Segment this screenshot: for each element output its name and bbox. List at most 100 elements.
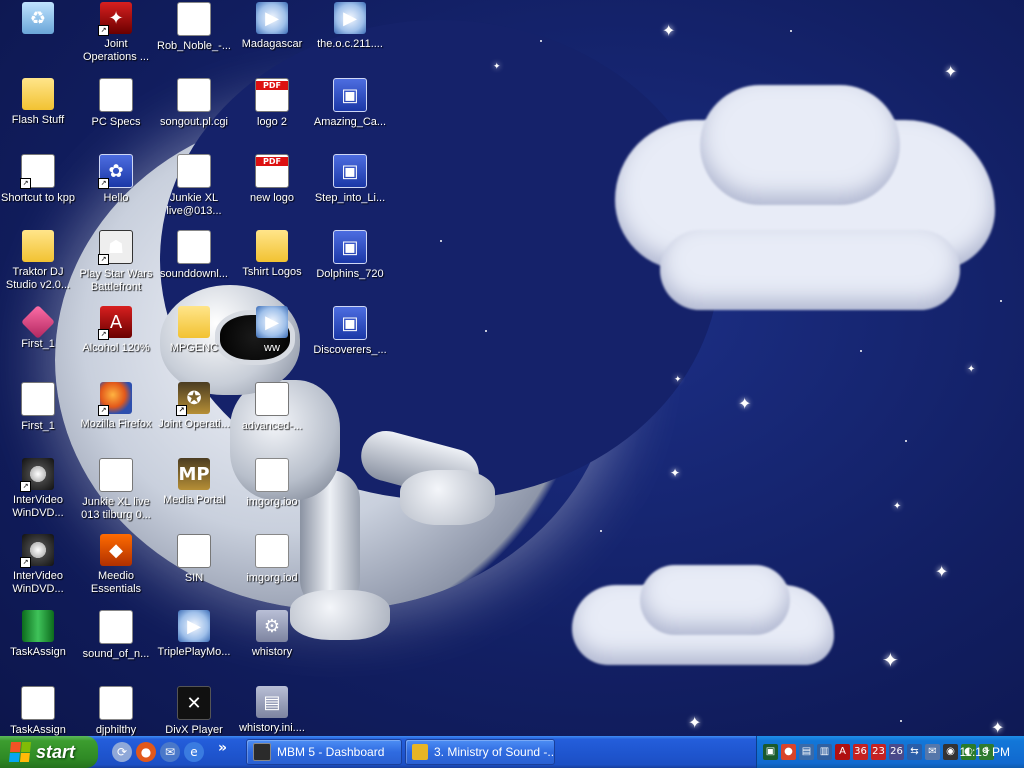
- clock[interactable]: 11:19 PM: [960, 745, 1010, 759]
- imgorg-ioo-shortcut[interactable]: ▦ imgorg.ioo: [234, 456, 310, 528]
- tray-temp-23-icon[interactable]: 23: [871, 744, 886, 760]
- icon-label: First_1: [21, 420, 55, 432]
- step-into-li-shortcut[interactable]: ▣ Step_into_Li...: [312, 152, 388, 224]
- tray-temp-36-icon[interactable]: 36: [853, 744, 868, 760]
- first-1-doc-shortcut[interactable]: ▤ First_1: [0, 380, 76, 452]
- whistory-icon: ⚙: [256, 610, 288, 642]
- taskassign-icon: [22, 610, 54, 642]
- joint-operations-icon: ✦ ↗: [98, 2, 132, 36]
- icon-label: imgorg.iod: [246, 572, 298, 584]
- djphilthy-shortcut[interactable]: ⚡ djphilthy: [78, 684, 154, 736]
- start-button[interactable]: start: [0, 736, 98, 768]
- flash-stuff-folder-icon: [22, 78, 54, 110]
- pc-specs-shortcut[interactable]: ≡ PC Specs: [78, 76, 154, 148]
- tripleplaymo-shortcut[interactable]: ▶ TriplePlayMo...: [156, 608, 232, 680]
- mpgenc-folder-shortcut[interactable]: MPGENC: [156, 304, 232, 376]
- logo-2-pdf-shortcut[interactable]: logo 2: [234, 76, 310, 148]
- imgorg-ioo-icon: ▦: [255, 458, 289, 492]
- ww-media-shortcut[interactable]: ▶ ww: [234, 304, 310, 376]
- icon-label: imgorg.ioo: [246, 496, 298, 508]
- tray-network-icon[interactable]: ⇆: [907, 744, 922, 760]
- first-1-app-shortcut[interactable]: First_1: [0, 304, 76, 376]
- wallpaper-star-dot: [790, 30, 792, 32]
- icon-label: Joint Operations ...: [82, 38, 150, 63]
- rob-noble-shortcut[interactable]: ⚡ Rob_Noble_-...: [156, 0, 232, 72]
- shortcut-kpp-shortcut[interactable]: ▭ ↗ Shortcut to kpp: [0, 152, 76, 224]
- imgorg-iod-shortcut[interactable]: ▦ imgorg.iod: [234, 532, 310, 604]
- system-tray: ▣ ● ▤ ▥ A 36 23 26 ⇆ ✉ ◉ ◐ ⚘ 11:19 PM: [756, 736, 1024, 768]
- tray-app-4-icon[interactable]: ▥: [817, 744, 832, 760]
- joint-operations-shortcut[interactable]: ✦ ↗ Joint Operations ...: [78, 0, 154, 72]
- intervideo-windvd-2-shortcut[interactable]: ↗ InterVideo WinDVD...: [0, 532, 76, 604]
- wallpaper-star: ✦: [674, 375, 682, 385]
- tray-alcohol-icon[interactable]: A: [835, 744, 850, 760]
- wallpaper-cloud: [640, 565, 790, 635]
- sound-of-n-shortcut[interactable]: ⚡ sound_of_n...: [78, 608, 154, 680]
- mbm-chip-icon: [253, 743, 271, 761]
- media-portal-shortcut[interactable]: MP Media Portal: [156, 456, 232, 528]
- firefox-quicklaunch-icon[interactable]: ●: [136, 742, 156, 762]
- meedio-essentials-shortcut[interactable]: ◆ Meedio Essentials: [78, 532, 154, 604]
- divx-player-shortcut[interactable]: ✕ DivX Player: [156, 684, 232, 736]
- task-mbm5-dashboard[interactable]: MBM 5 - Dashboard: [246, 739, 402, 765]
- ww-media-icon: ▶: [256, 306, 288, 338]
- alcohol-120-shortcut[interactable]: A ↗ Alcohol 120%: [78, 304, 154, 376]
- whistory-shortcut[interactable]: ⚙ whistory: [234, 608, 310, 680]
- star-wars-battlefront-shortcut[interactable]: ☗ ↗ Play Star Wars Battlefront: [78, 228, 154, 300]
- star-wars-battlefront-icon: ☗ ↗: [98, 230, 133, 265]
- tray-security-icon[interactable]: ◉: [943, 744, 958, 760]
- dolphins-720-icon: ▣: [333, 230, 367, 264]
- discoverers-icon: ▣: [333, 306, 367, 340]
- icon-label: new logo: [249, 192, 295, 204]
- hello-shortcut[interactable]: ✿ ↗ Hello: [78, 152, 154, 224]
- wallpaper-cloud: [700, 85, 900, 205]
- flash-stuff-folder-shortcut[interactable]: Flash Stuff: [0, 76, 76, 148]
- discoverers-shortcut[interactable]: ▣ Discoverers_...: [312, 304, 388, 376]
- new-logo-pdf-shortcut[interactable]: new logo: [234, 152, 310, 224]
- show-desktop-icon[interactable]: ⟳: [112, 742, 132, 762]
- junkie-xl-tilburg-icon: ◖: [99, 458, 133, 492]
- taskassign-shortcut[interactable]: TaskAssign: [0, 608, 76, 680]
- taskassign-2-shortcut[interactable]: ✎ TaskAssign: [0, 684, 76, 736]
- the-oc-shortcut[interactable]: ▶ the.o.c.211....: [312, 0, 388, 72]
- wallpaper-cloud: [660, 230, 960, 310]
- tray-mail-icon[interactable]: ✉: [925, 744, 940, 760]
- firefox-shortcut[interactable]: ↗ Mozilla Firefox: [78, 380, 154, 452]
- tray-temp-26-icon[interactable]: 26: [889, 744, 904, 760]
- sounddownl-wav-shortcut[interactable]: ♫ sounddownl...: [156, 228, 232, 300]
- sin-doc-shortcut[interactable]: ≡ SIN: [156, 532, 232, 604]
- icon-label: Mozilla Firefox: [80, 418, 152, 430]
- songout-shortcut[interactable]: ⚡ songout.pl.cgi: [156, 76, 232, 148]
- madagascar-shortcut[interactable]: ▶ Madagascar: [234, 0, 310, 72]
- sin-doc-icon: ≡: [177, 534, 211, 568]
- icon-label: Alcohol 120%: [82, 342, 150, 354]
- icon-label: Play Star Wars Battlefront: [79, 268, 153, 293]
- joint-operations-2-shortcut[interactable]: ✪ ↗ Joint Operati...: [156, 380, 232, 452]
- junkie-xl-live-shortcut[interactable]: ⚡ Junkie XL live@013...: [156, 152, 232, 224]
- traktor-folder-shortcut[interactable]: Traktor DJ Studio v2.0...: [0, 228, 76, 300]
- tshirt-logos-folder-shortcut[interactable]: Tshirt Logos: [234, 228, 310, 300]
- dolphins-720-shortcut[interactable]: ▣ Dolphins_720: [312, 228, 388, 300]
- junkie-xl-tilburg-shortcut[interactable]: ◖ Junkie XL live 013 tilburg 0...: [78, 456, 154, 528]
- quick-launch-chevron-icon[interactable]: »: [218, 740, 227, 756]
- icon-label: Flash Stuff: [11, 114, 65, 126]
- intervideo-windvd-shortcut[interactable]: ↗ InterVideo WinDVD...: [0, 456, 76, 528]
- advanced-doc-icon: ▤: [255, 382, 289, 416]
- wallpaper-star: ✦: [991, 718, 1005, 736]
- whistory-ini-shortcut[interactable]: ▤ whistory.ini....: [234, 684, 310, 736]
- ie-quicklaunch-icon[interactable]: e: [184, 742, 204, 762]
- outlook-quicklaunch-icon[interactable]: ✉: [160, 742, 180, 762]
- advanced-doc-shortcut[interactable]: ▤ advanced-...: [234, 380, 310, 452]
- wallpaper-star: ✦: [662, 21, 676, 40]
- icon-label: Rob_Noble_-...: [157, 40, 231, 52]
- amazing-ca-shortcut[interactable]: ▣ Amazing_Ca...: [312, 76, 388, 148]
- tray-chrome-icon[interactable]: ●: [781, 744, 796, 760]
- wallpaper-star: ✦: [688, 713, 702, 732]
- sounddownl-wav-icon: ♫: [177, 230, 211, 264]
- desktop[interactable]: ✦ ✦ ✦ ✦ ✦ ✦ ✦ ✦ ✦ ✦ ✦ ✦ ♻ ✦ ↗ Joint Operati…: [0, 0, 1024, 736]
- pc-specs-icon: ≡: [99, 78, 133, 112]
- tray-app-3-icon[interactable]: ▤: [799, 744, 814, 760]
- task-ministry-of-sound[interactable]: 3. Ministry of Sound -...: [405, 739, 555, 765]
- recycle-bin-shortcut[interactable]: ♻: [0, 0, 76, 72]
- tray-app-1-icon[interactable]: ▣: [763, 744, 778, 760]
